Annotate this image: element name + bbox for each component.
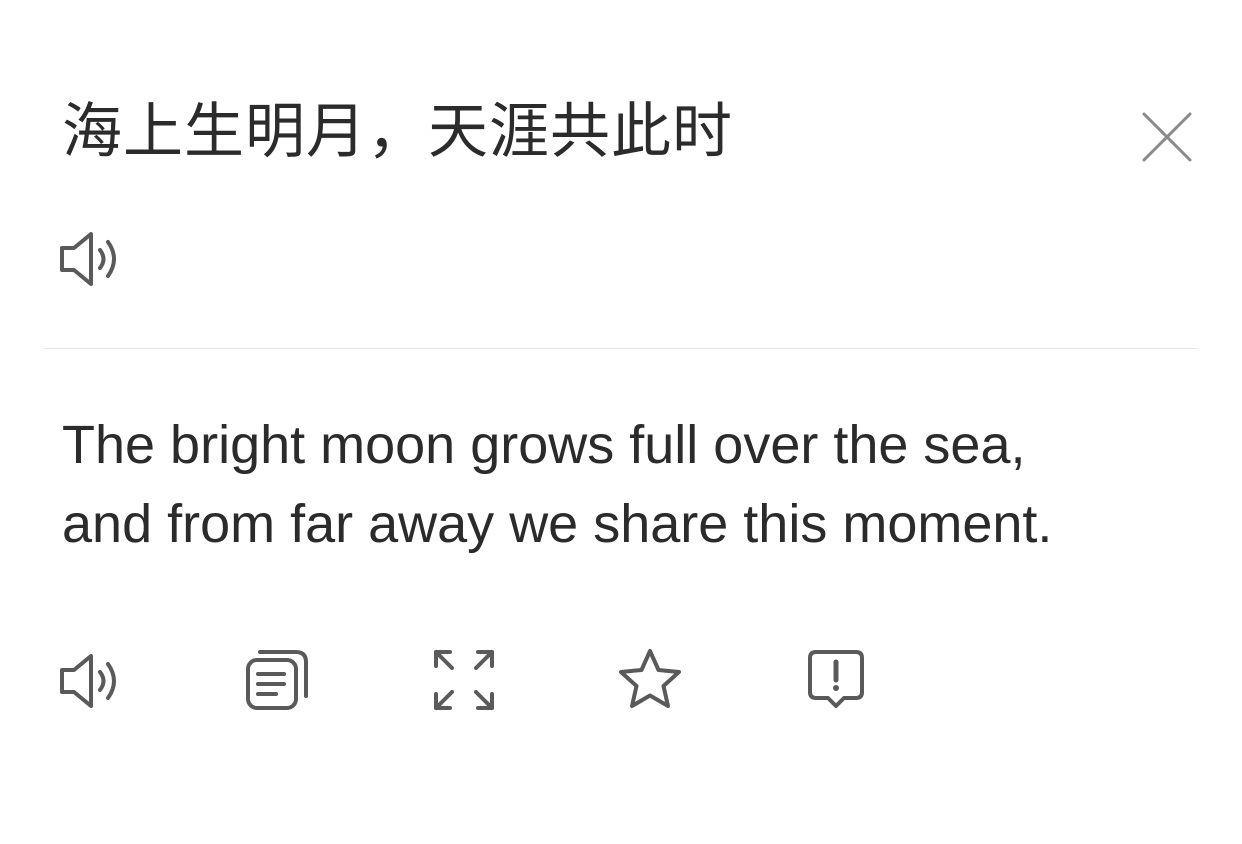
close-button[interactable] (1138, 108, 1196, 166)
translation-text: The bright moon grows full over the sea,… (62, 406, 1182, 564)
copy-button[interactable] (244, 646, 312, 714)
expand-icon (434, 650, 494, 710)
expand-button[interactable] (430, 646, 498, 714)
feedback-button[interactable] (802, 646, 870, 714)
source-text: 海上生明月，天涯共此时 (62, 97, 733, 167)
close-icon (1142, 112, 1192, 162)
speak-source-button[interactable] (58, 228, 124, 290)
star-icon (619, 649, 681, 708)
report-icon (808, 650, 864, 708)
section-divider (44, 348, 1198, 349)
speaker-icon (60, 232, 116, 286)
translation-line-2: and from far away we share this moment. (62, 494, 1053, 554)
speaker-icon (60, 654, 116, 708)
copy-icon (246, 650, 308, 710)
translation-line-1: The bright moon grows full over the sea, (62, 415, 1026, 475)
favorite-button[interactable] (616, 646, 684, 714)
speak-translation-button[interactable] (58, 646, 126, 714)
